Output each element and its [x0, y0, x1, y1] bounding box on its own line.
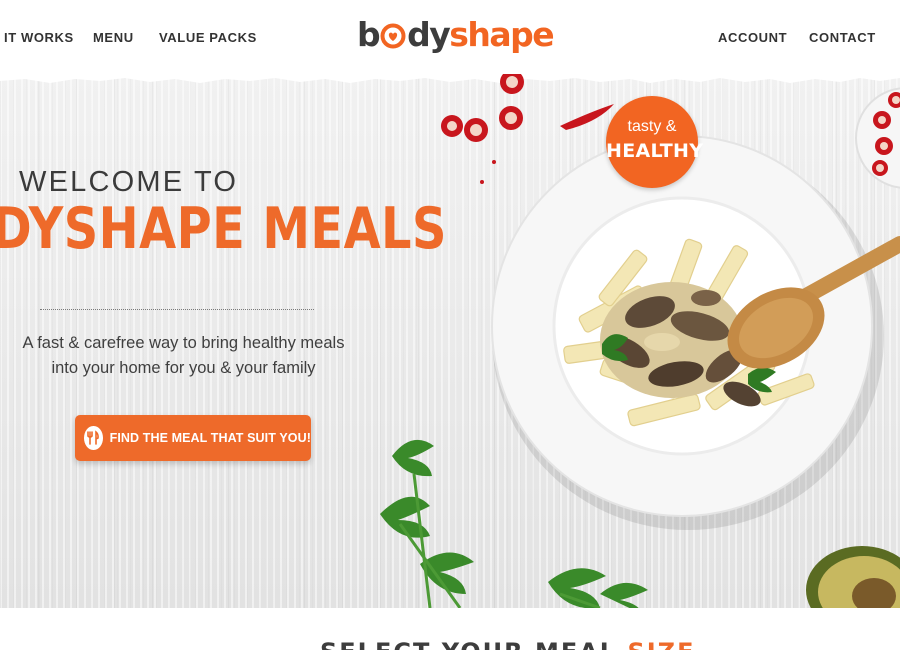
logo-text-middle: dy — [407, 14, 451, 54]
dotted-divider — [40, 309, 314, 310]
tagline-line-1: A fast & carefree way to bring healthy m… — [22, 334, 345, 352]
section-title: SELECT YOUR MEAL SIZE — [320, 638, 695, 650]
section-title-main: SELECT YOUR MEAL — [320, 638, 617, 650]
tagline-line-2: into your home for you & your family — [51, 359, 316, 377]
tasty-healthy-badge: tasty & HEALTHY — [606, 96, 704, 188]
nav-contact[interactable]: CONTACT — [809, 30, 876, 45]
fork-knife-icon — [84, 426, 103, 450]
find-meal-button[interactable]: FIND THE MEAL THAT SUIT YOU! — [75, 415, 311, 461]
welcome-heading: WELCOME TO — [19, 166, 239, 198]
logo-text-start: b — [357, 14, 381, 54]
bodyshape-logo[interactable]: b dy shape — [357, 14, 555, 54]
nav-menu[interactable]: MENU — [93, 30, 134, 45]
section-title-accent: SIZE — [627, 638, 695, 650]
hero-banner: WELCOME TO DYSHAPE MEALS A fast & carefr… — [0, 74, 900, 608]
find-meal-button-label: FIND THE MEAL THAT SUIT YOU! — [109, 431, 311, 445]
logo-text-end: shape — [449, 14, 554, 54]
nav-how-it-works[interactable]: IT WORKS — [4, 30, 74, 45]
brand-meals-title: DYSHAPE MEALS — [0, 196, 447, 262]
nav-value-packs[interactable]: VALUE PACKS — [159, 30, 257, 45]
nav-account[interactable]: ACCOUNT — [718, 30, 787, 45]
hero-tagline: A fast & carefree way to bring healthy m… — [0, 331, 367, 381]
meal-size-section: SELECT YOUR MEAL SIZE — [0, 608, 900, 650]
badge-bottom-text: HEALTHY — [606, 140, 704, 162]
site-header: IT WORKS MENU VALUE PACKS b dy shape ACC… — [0, 0, 900, 74]
heart-o-icon — [380, 23, 406, 49]
badge-top-text: tasty & — [627, 118, 677, 135]
